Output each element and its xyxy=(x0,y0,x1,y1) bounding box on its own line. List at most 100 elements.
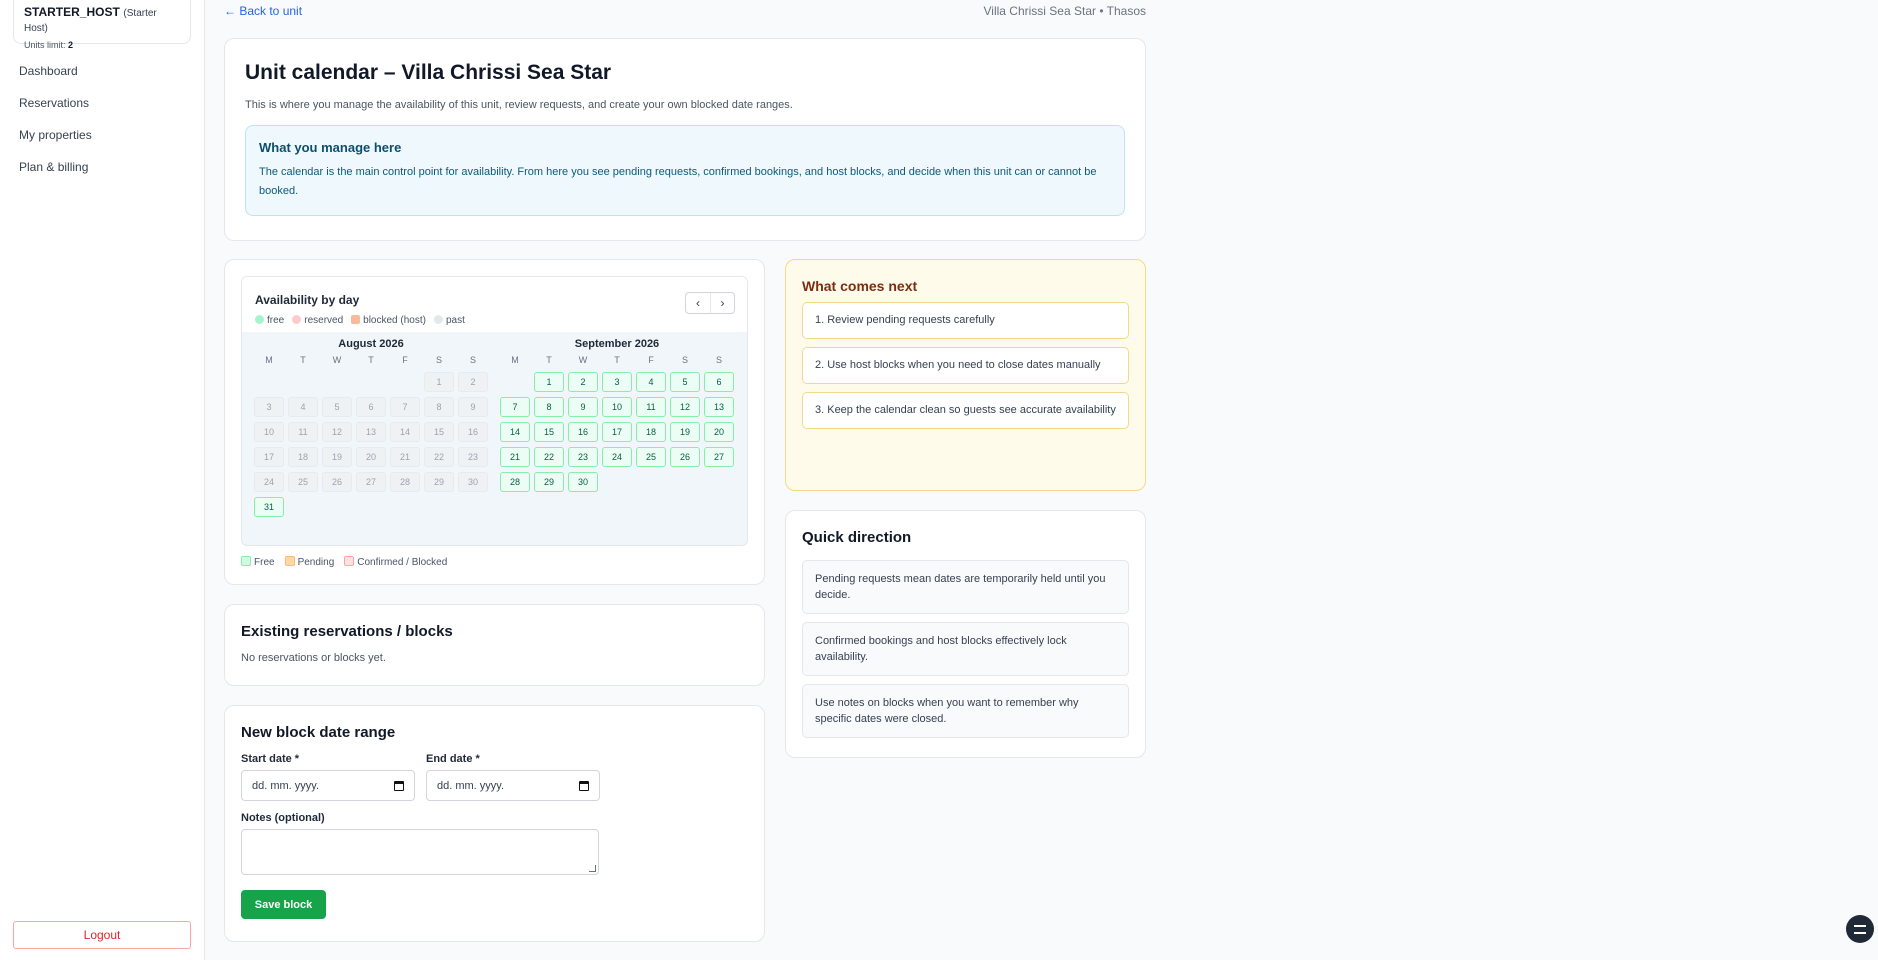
calendar-icon[interactable] xyxy=(579,780,589,791)
calendar-day-past: 12 xyxy=(322,422,352,442)
calendar-day-free[interactable]: 21 xyxy=(500,447,530,467)
month-title: September 2026 xyxy=(574,338,660,350)
calendar-day-free[interactable]: 23 xyxy=(568,447,598,467)
calendar-day-free[interactable]: 31 xyxy=(254,497,284,517)
calendar-day-free[interactable]: 28 xyxy=(500,472,530,492)
calendar-day-free[interactable]: 25 xyxy=(636,447,666,467)
sidebar: STARTER_HOST (Starter Host) Units limit:… xyxy=(0,0,205,960)
calendar-icon[interactable] xyxy=(394,780,404,791)
calendar-day-past: 8 xyxy=(424,397,454,417)
calendar-day-past: 15 xyxy=(424,422,454,442)
legend-reserved-dot xyxy=(292,315,302,324)
sidebar-item-my-properties[interactable]: My properties xyxy=(19,127,92,159)
sidebar-item-reservations[interactable]: Reservations xyxy=(19,95,92,127)
plan-name: STARTER_HOST xyxy=(24,5,120,19)
unit-location: Villa Chrissi Sea Star • Thasos xyxy=(983,4,1147,18)
quick-direction-title: Quick direction xyxy=(802,529,912,546)
status-pending-label: Pending xyxy=(297,557,335,568)
month-title: August 2026 xyxy=(338,338,404,350)
reservations-card: Existing reservations / blocks No reserv… xyxy=(224,604,765,686)
save-block-button[interactable]: Save block xyxy=(241,890,326,919)
direction-item: Pending requests mean dates are temporar… xyxy=(802,560,1129,614)
calendar-next-button[interactable]: › xyxy=(710,293,734,313)
next-steps-title: What comes next xyxy=(802,278,918,294)
calendar-day-free[interactable]: 22 xyxy=(534,447,564,467)
calendar-day-past: 3 xyxy=(254,397,284,417)
calendar-day-past: 4 xyxy=(288,397,318,417)
end-date-input[interactable]: dd. mm. yyyy. xyxy=(426,770,600,801)
calendar-day-free[interactable]: 30 xyxy=(568,472,598,492)
calendar-day-free[interactable]: 20 xyxy=(704,422,734,442)
calendar-day-free[interactable]: 27 xyxy=(704,447,734,467)
block-form-card: New block date range Start date * dd. mm… xyxy=(224,705,765,942)
calendar-day-free[interactable]: 1 xyxy=(534,372,564,392)
calendar-day-free[interactable]: 16 xyxy=(568,422,598,442)
calendar-day-past: 22 xyxy=(424,447,454,467)
calendar-day-free[interactable]: 3 xyxy=(602,372,632,392)
calendar-day-past: 30 xyxy=(458,472,488,492)
month-august: August 2026 M T W T F S S 1 2 3 4 5 6 7 8 9 10 11 12 13 14 15… xyxy=(254,332,488,517)
calendar-day-free[interactable]: 9 xyxy=(568,397,598,417)
calendar-day-free[interactable]: 26 xyxy=(670,447,700,467)
calendar-day-past: 2 xyxy=(458,372,488,392)
calendar-prev-button[interactable]: ‹ xyxy=(686,293,710,313)
logout-button[interactable]: Logout xyxy=(13,921,191,949)
page-intro: This is where you manage the availabilit… xyxy=(245,99,793,111)
calendar-day-past: 10 xyxy=(254,422,284,442)
calendar-day-free[interactable]: 10 xyxy=(602,397,632,417)
weekday-header: M xyxy=(265,355,273,365)
menu-icon xyxy=(1854,924,1866,934)
weekday-header: S xyxy=(435,355,442,365)
calendar-day-free[interactable]: 15 xyxy=(534,422,564,442)
start-date-input[interactable]: dd. mm. yyyy. xyxy=(241,770,415,801)
calendar-day-past: 17 xyxy=(254,447,284,467)
calendar-day-free[interactable]: 18 xyxy=(636,422,666,442)
calendar-day-free[interactable]: 12 xyxy=(670,397,700,417)
notes-textarea[interactable] xyxy=(241,829,599,875)
start-date-placeholder: dd. mm. yyyy. xyxy=(252,779,320,792)
calendar-day-past: 28 xyxy=(390,472,420,492)
calendar-day-free[interactable]: 13 xyxy=(704,397,734,417)
calendar-day-free[interactable]: 7 xyxy=(500,397,530,417)
sidebar-item-dashboard[interactable]: Dashboard xyxy=(19,63,92,95)
weekday-header: T xyxy=(614,355,620,365)
calendar-day-past: 1 xyxy=(424,372,454,392)
status-pending-swatch xyxy=(284,556,295,566)
calendar-nav: ‹ › xyxy=(685,292,735,314)
calendar-day-free[interactable]: 5 xyxy=(670,372,700,392)
settings-toggle-button[interactable] xyxy=(1846,915,1874,943)
units-limit-value: 2 xyxy=(68,40,74,50)
sidebar-nav: Dashboard Reservations My properties Pla… xyxy=(19,63,92,191)
calendar-day-past: 29 xyxy=(424,472,454,492)
legend-blocked-label: blocked (host) xyxy=(363,315,426,326)
calendar-months: August 2026 M T W T F S S 1 2 3 4 5 6 7 8 9 10 11 12 13 14 15… xyxy=(242,332,747,517)
resize-handle-icon[interactable] xyxy=(589,865,596,872)
calendar-day-free[interactable]: 6 xyxy=(704,372,734,392)
calendar-day-free[interactable]: 29 xyxy=(534,472,564,492)
calendar-day-free[interactable]: 24 xyxy=(602,447,632,467)
calendar-day-past: 19 xyxy=(322,447,352,467)
calendar-day-free[interactable]: 11 xyxy=(636,397,666,417)
legend-blocked: blocked (host) xyxy=(351,315,426,326)
status-confirmed: Confirmed / Blocked xyxy=(344,556,447,568)
calendar-day-free[interactable]: 2 xyxy=(568,372,598,392)
next-step: 2. Use host blocks when you need to clos… xyxy=(802,347,1129,384)
calendar-day-past: 13 xyxy=(356,422,386,442)
info-box-title: What you manage here xyxy=(259,140,402,155)
calendar-day-past: 7 xyxy=(390,397,420,417)
calendar-day-free[interactable]: 8 xyxy=(534,397,564,417)
end-date-group: End date * dd. mm. yyyy. xyxy=(426,753,600,801)
next-step: 3. Keep the calendar clean so guests see… xyxy=(802,392,1129,429)
status-free: Free xyxy=(241,556,275,568)
sidebar-item-plan-billing[interactable]: Plan & billing xyxy=(19,159,92,191)
calendar-day-free[interactable]: 17 xyxy=(602,422,632,442)
month-grid: M T W T F S S 1 2 3 4 5 6 7 8 9 10 11 12 13 14 15 16 17 18 19 20 21… xyxy=(254,353,488,517)
calendar-day-free[interactable]: 4 xyxy=(636,372,666,392)
calendar-day-past: 11 xyxy=(288,422,318,442)
units-limit-label: Units limit: xyxy=(24,40,66,50)
weekday-header: M xyxy=(511,355,519,365)
calendar-day-free[interactable]: 14 xyxy=(500,422,530,442)
calendar-day-free[interactable]: 19 xyxy=(670,422,700,442)
back-to-unit-link[interactable]: ← Back to unit xyxy=(224,4,302,18)
end-date-placeholder: dd. mm. yyyy. xyxy=(437,779,505,792)
